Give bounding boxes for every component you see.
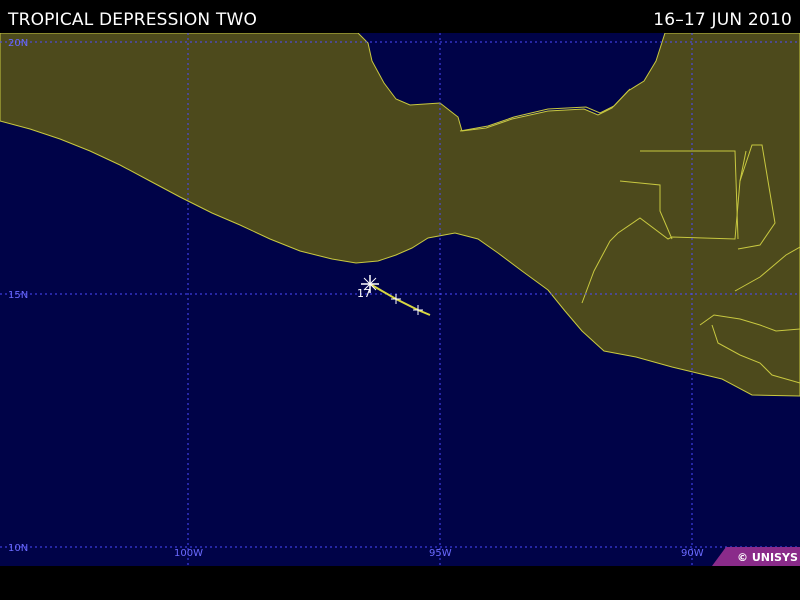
- track-map: 20N 15N 10N 100W 95W 90W 17 © UNISYS: [0, 33, 800, 566]
- lon-label-95w: 95W: [429, 548, 452, 559]
- header-bar: TROPICAL DEPRESSION TWO 16–17 JUN 2010: [0, 0, 800, 33]
- lat-label-10n: 10N: [8, 543, 28, 554]
- lat-label-20n: 20N: [8, 38, 28, 49]
- lon-label-100w: 100W: [174, 548, 203, 559]
- lon-label-90w: 90W: [681, 548, 704, 559]
- credit-text: © UNISYS: [737, 551, 798, 564]
- storm-title: TROPICAL DEPRESSION TWO: [8, 10, 258, 30]
- footer-bar: [0, 566, 800, 600]
- track-day-label: 17: [357, 287, 371, 300]
- lat-label-15n: 15N: [8, 290, 28, 301]
- date-range: 16–17 JUN 2010: [653, 10, 792, 30]
